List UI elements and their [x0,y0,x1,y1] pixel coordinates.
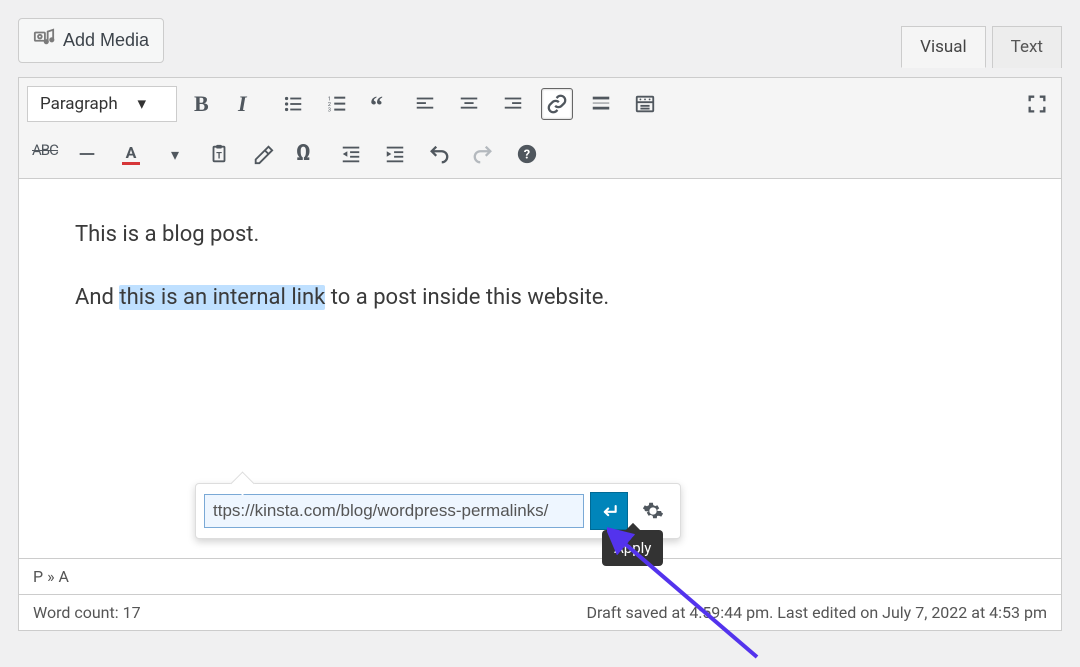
toolbar-row-2: ABC A ▾ T Ω [19,130,1061,178]
tab-text[interactable]: Text [992,26,1062,68]
tab-visual[interactable]: Visual [901,26,985,68]
add-media-button[interactable]: Add Media [18,18,164,63]
mode-tabs: Visual Text [901,26,1062,68]
content-area[interactable]: This is a blog post. And this is an inte… [18,179,1062,559]
svg-text:?: ? [524,148,530,163]
p2-post: to a post inside this website. [325,285,609,310]
outdent-button[interactable] [335,138,367,170]
paragraph-2[interactable]: And this is an internal link to a post i… [75,280,1005,315]
path-sep: » [43,567,58,586]
camera-music-icon [33,27,55,54]
text-color-dropdown[interactable]: ▾ [159,138,191,170]
undo-button[interactable] [423,138,455,170]
draft-status: Draft saved at 4:59:44 pm. Last edited o… [586,603,1047,622]
align-center-button[interactable] [453,88,485,120]
strikethrough-button[interactable]: ABC [27,138,59,170]
chevron-down-icon: ▾ [137,94,146,114]
link-settings-button[interactable] [634,492,672,530]
element-path: P » A [18,559,1062,595]
svg-text:3: 3 [328,107,331,113]
help-button[interactable]: ? [511,138,543,170]
fullscreen-button[interactable] [1021,88,1053,120]
gear-icon [642,500,664,522]
italic-button[interactable]: I [233,88,265,120]
paragraph-1[interactable]: This is a blog post. [75,217,1005,252]
path-a[interactable]: A [59,567,69,586]
bullet-list-button[interactable] [277,88,309,120]
horizontal-rule-button[interactable] [71,138,103,170]
indent-button[interactable] [379,138,411,170]
svg-text:T: T [216,152,222,162]
link-button[interactable] [541,88,573,120]
p2-pre: And [75,285,119,310]
word-count: Word count: 17 [33,603,141,622]
toolbar-toggle-button[interactable] [629,88,661,120]
clear-formatting-button[interactable] [247,138,279,170]
status-bar: Word count: 17 Draft saved at 4:59:44 pm… [18,595,1062,631]
editor-wrap: Add Media Visual Text Paragraph ▾ B I 12… [18,18,1062,631]
align-left-button[interactable] [409,88,441,120]
toolbar: Paragraph ▾ B I 123 “ [18,77,1062,179]
apply-link-button[interactable] [590,492,628,530]
paste-text-button[interactable]: T [203,138,235,170]
blockquote-button[interactable]: “ [365,88,397,120]
format-label: Paragraph [40,94,118,114]
special-character-button[interactable]: Ω [291,138,323,170]
link-url-input[interactable] [204,494,584,528]
add-media-label: Add Media [63,30,149,51]
top-row: Add Media Visual Text [18,18,1062,68]
enter-arrow-icon [599,501,619,521]
format-select[interactable]: Paragraph ▾ [27,86,177,122]
link-editor-popup: Apply [195,483,681,539]
toolbar-row-1: Paragraph ▾ B I 123 “ [19,78,1061,130]
apply-tooltip: Apply [602,530,663,566]
selected-link-text[interactable]: this is an internal link [119,285,325,310]
align-right-button[interactable] [497,88,529,120]
numbered-list-button[interactable]: 123 [321,88,353,120]
redo-button[interactable] [467,138,499,170]
read-more-button[interactable] [585,88,617,120]
path-p[interactable]: P [33,567,43,586]
text-color-button[interactable]: A [115,138,147,170]
bold-button[interactable]: B [189,88,221,120]
chevron-down-icon: ▾ [171,145,179,164]
